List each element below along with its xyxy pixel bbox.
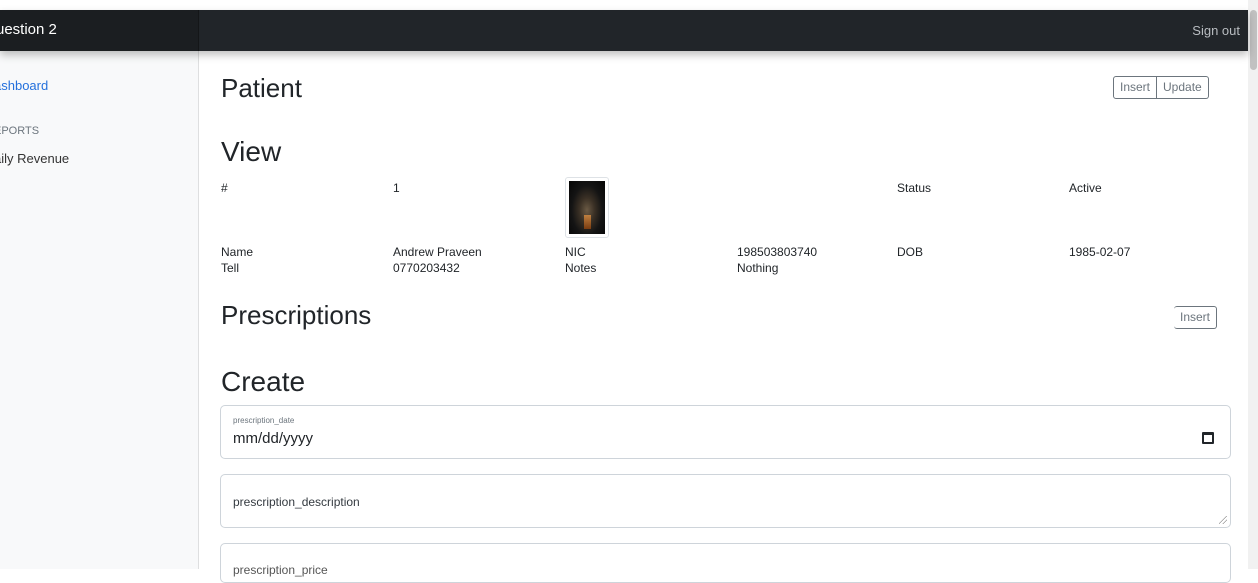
name-label: Name bbox=[221, 245, 254, 259]
view-title: View bbox=[221, 136, 282, 167]
resize-handle-icon[interactable] bbox=[1219, 516, 1227, 524]
brand[interactable]: uestion 2 bbox=[0, 10, 199, 51]
scrollbar-thumb[interactable] bbox=[1250, 10, 1257, 70]
page-title: Patient bbox=[221, 73, 302, 103]
patient-photo bbox=[565, 177, 609, 238]
tell-value: 0770203432 bbox=[393, 261, 460, 275]
brand-title[interactable]: uestion 2 bbox=[0, 21, 57, 38]
status-label: Status bbox=[897, 181, 932, 195]
prescription-price-placeholder: prescription_price bbox=[233, 563, 328, 577]
prescription-price-field[interactable]: prescription_price bbox=[220, 543, 1231, 583]
top-navbar: uestion 2 Sign out bbox=[0, 10, 1248, 51]
sidebar: ashboard EPORTS aily Revenue bbox=[0, 51, 199, 569]
name-value: Andrew Praveen bbox=[393, 245, 482, 259]
prescriptions-button-group: Insert bbox=[1174, 306, 1218, 329]
prescription-date-field[interactable]: prescription_date mm/dd/yyyy bbox=[220, 405, 1231, 459]
nic-value: 198503803740 bbox=[737, 245, 818, 259]
nic-label: NIC bbox=[565, 245, 586, 259]
calendar-icon[interactable] bbox=[1202, 432, 1214, 444]
patient-photo-image bbox=[569, 181, 605, 234]
patient-button-group: Insert Update bbox=[1113, 76, 1209, 99]
prescription-date-input[interactable]: mm/dd/yyyy bbox=[233, 430, 313, 447]
patient-update-button[interactable]: Update bbox=[1157, 76, 1209, 99]
page-scrollbar[interactable] bbox=[1248, 0, 1258, 569]
sidebar-heading-reports: EPORTS bbox=[0, 125, 40, 137]
id-label: # bbox=[221, 181, 228, 195]
notes-label: Notes bbox=[565, 261, 597, 275]
sign-out-link[interactable]: Sign out bbox=[1192, 23, 1240, 38]
id-value: 1 bbox=[393, 181, 400, 195]
prescriptions-insert-button[interactable]: Insert bbox=[1174, 306, 1218, 329]
sidebar-item-daily-revenue[interactable]: aily Revenue bbox=[0, 151, 69, 166]
tell-label: Tell bbox=[221, 261, 240, 275]
notes-value: Nothing bbox=[737, 261, 779, 275]
prescriptions-title: Prescriptions bbox=[221, 300, 372, 330]
create-title: Create bbox=[221, 366, 306, 397]
patient-insert-button[interactable]: Insert bbox=[1113, 76, 1158, 99]
prescription-description-placeholder: prescription_description bbox=[233, 495, 360, 509]
sidebar-item-dashboard[interactable]: ashboard bbox=[0, 78, 48, 93]
prescription-date-label: prescription_date bbox=[233, 416, 295, 425]
dob-value: 1985-02-07 bbox=[1069, 245, 1131, 259]
prescription-description-field[interactable]: prescription_description bbox=[220, 474, 1231, 528]
dob-label: DOB bbox=[897, 245, 924, 259]
status-value: Active bbox=[1069, 181, 1102, 195]
